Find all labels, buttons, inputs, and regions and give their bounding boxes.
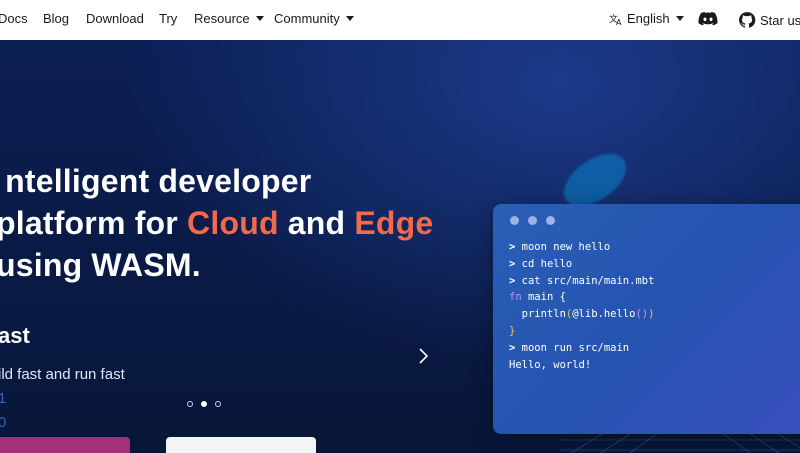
side-digit: 1: [0, 390, 7, 407]
carousel-dot[interactable]: [215, 401, 221, 407]
chevron-down-icon: [345, 16, 354, 21]
nav-community-label: Community: [274, 11, 340, 26]
window-dot: [510, 216, 519, 225]
carousel-dot[interactable]: [187, 401, 193, 407]
code-println: println: [509, 308, 566, 321]
star-us-label: Star us: [760, 12, 800, 28]
hero-title-edge: Edge: [354, 205, 434, 241]
nav-try[interactable]: Try: [159, 11, 177, 26]
nav-community-dropdown[interactable]: Community: [274, 11, 354, 26]
hero-section: ntelligent developer platform for Cloud …: [0, 40, 800, 453]
code-keyword: fn: [509, 291, 522, 304]
hero-title-and: and: [278, 205, 355, 241]
hero-title-line1: ntelligent developer: [5, 163, 312, 199]
window-dot: [528, 216, 537, 225]
feature-heading: ast: [0, 323, 30, 348]
carousel-dots: [187, 401, 221, 407]
github-icon: [739, 12, 756, 28]
nav-blog[interactable]: Blog: [43, 11, 69, 26]
nav-try-label: Try: [159, 11, 178, 26]
language-selector[interactable]: 文 A English: [609, 11, 684, 26]
nav-docs[interactable]: Docs: [0, 11, 28, 26]
carousel-dot-active[interactable]: [201, 401, 207, 407]
command-line: moon new hello: [521, 241, 611, 253]
chevron-down-icon: [675, 16, 684, 21]
side-digit: 0: [0, 414, 7, 431]
code-close-brace: }: [509, 324, 516, 337]
hero-title-line3: using WASM.: [0, 247, 201, 283]
hero-title-line2-prefix: platform for: [0, 205, 188, 241]
secondary-cta-button[interactable]: [166, 437, 316, 453]
command-line: moon run src/main: [521, 341, 630, 354]
terminal-code: > moon new hello > cd hello > cat src/ma…: [509, 241, 655, 371]
language-label: English: [627, 11, 670, 26]
nav-resource-label: Resource: [194, 11, 250, 26]
prompt-symbol: >: [509, 274, 516, 287]
code-fn-name: main {: [521, 291, 566, 304]
chevron-right-icon[interactable]: [417, 346, 431, 366]
nav-docs-label: Docs: [0, 11, 28, 26]
chevron-down-icon: [255, 16, 264, 21]
window-dot: [546, 216, 555, 225]
svg-text:A: A: [616, 18, 622, 26]
command-line: cat src/main/main.mbt: [521, 274, 655, 287]
code-arg: @lib.hello: [572, 308, 636, 321]
nav-resource-dropdown[interactable]: Resource: [194, 11, 264, 26]
top-navbar: Docs Blog Download Try Resource Communit…: [0, 0, 800, 41]
discord-icon[interactable]: [697, 8, 719, 30]
hero-title: ntelligent developer platform for Cloud …: [0, 160, 433, 286]
feature-description: ild fast and run fast: [0, 366, 125, 383]
command-line: cd hello: [521, 257, 573, 270]
prompt-symbol: >: [509, 241, 516, 253]
github-star-link[interactable]: Star us: [738, 11, 800, 29]
prompt-symbol: >: [509, 341, 516, 354]
primary-cta-button[interactable]: [0, 437, 130, 453]
nav-download-label: Download: [86, 11, 144, 26]
nav-blog-label: Blog: [43, 11, 70, 26]
hero-title-cloud: Cloud: [187, 205, 279, 241]
nav-download[interactable]: Download: [86, 11, 144, 26]
program-output: Hello, world!: [509, 358, 592, 371]
window-controls: [510, 216, 555, 225]
prompt-symbol: >: [509, 257, 516, 270]
terminal-card: > moon new hello > cd hello > cat src/ma…: [493, 204, 800, 434]
translate-icon: 文 A: [609, 13, 622, 26]
